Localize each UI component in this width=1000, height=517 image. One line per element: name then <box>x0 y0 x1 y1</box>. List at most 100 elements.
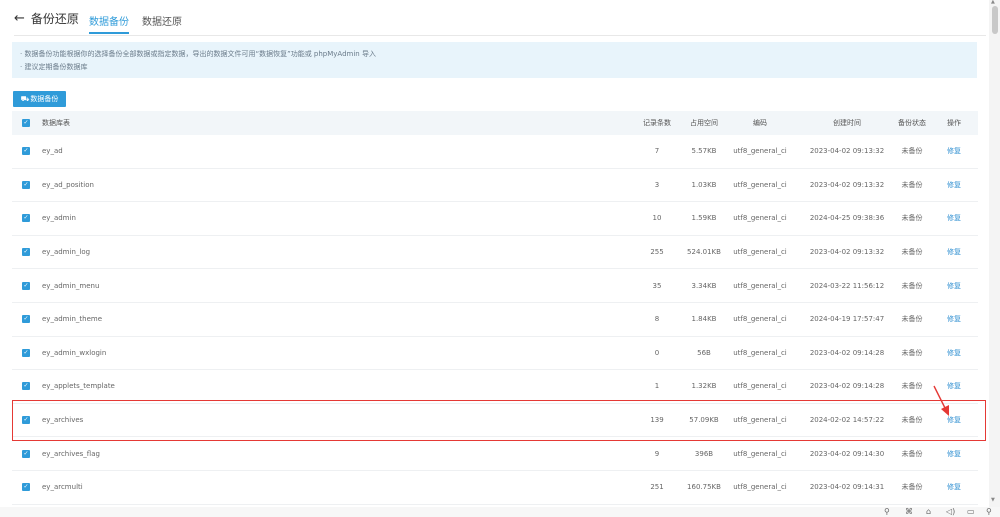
row-checkbox[interactable]: ✓ <box>22 348 30 357</box>
scroll-up-icon[interactable]: ▲ <box>991 0 995 5</box>
backup-status: 未备份 <box>901 483 923 492</box>
table-row: ✓ ey_ad 7 5.57KB utf8_general_ci 2023-04-02 0… <box>12 135 978 169</box>
table-name: ey_ad_position <box>42 180 94 189</box>
col-header-created: 创建时间 <box>833 119 861 127</box>
table-name: ey_admin_menu <box>42 281 100 290</box>
repair-link[interactable]: 修复 <box>947 180 961 190</box>
table-name: ey_archives_flag <box>42 449 100 458</box>
record-count: 3 <box>654 180 660 189</box>
record-count: 35 <box>652 281 662 290</box>
created-time: 2023-04-02 09:14:28 <box>809 348 885 357</box>
repair-link[interactable]: 修复 <box>947 247 961 257</box>
table-encoding: utf8_general_ci <box>733 483 787 492</box>
row-checkbox[interactable]: ✓ <box>22 214 30 223</box>
table-name: ey_admin_log <box>42 248 91 257</box>
col-header-table: 数据库表 <box>42 119 70 127</box>
trash-icon[interactable]: ⌂ <box>926 507 931 517</box>
created-time: 2023-04-02 09:13:32 <box>809 147 885 156</box>
created-time: 2023-04-02 09:14:28 <box>809 382 885 391</box>
row-checkbox[interactable]: ✓ <box>22 449 30 458</box>
repair-link[interactable]: 修复 <box>947 281 961 291</box>
red-arrow-icon <box>933 385 949 416</box>
tab-data-backup[interactable]: 数据备份 <box>89 13 129 28</box>
table-encoding: utf8_general_ci <box>733 348 787 357</box>
table-encoding: utf8_general_ci <box>733 315 787 324</box>
created-time: 2023-04-02 09:14:31 <box>809 483 885 492</box>
database-table: ✓ 数据库表 记录条数 占用空间 编码 创建时间 备份状态 操作 ✓ ey_ad 7… <box>12 111 978 505</box>
table-size: 1.03KB <box>691 180 717 189</box>
record-count: 1 <box>654 382 660 391</box>
created-time: 2024-03-22 11:56:12 <box>809 281 885 290</box>
table-size: 524.01KB <box>687 248 721 257</box>
table-size: 56B <box>697 348 711 357</box>
window-icon[interactable]: ▭ <box>967 507 975 517</box>
row-checkbox[interactable]: ✓ <box>22 315 30 324</box>
table-name: ey_ad <box>42 147 63 156</box>
created-time: 2023-04-02 09:13:32 <box>809 180 885 189</box>
pin-icon[interactable]: ⚲ <box>884 507 890 517</box>
backup-status: 未备份 <box>901 348 923 357</box>
table-name: ey_admin_wxlogin <box>42 348 107 357</box>
table-size: 1.84KB <box>691 315 717 324</box>
table-name: ey_applets_template <box>42 382 115 391</box>
table-size: 396B <box>694 449 714 458</box>
database-icon: ⛟ <box>20 94 30 103</box>
search-icon[interactable]: ⚲ <box>986 507 992 517</box>
backup-restore-page: ← 备份还原 数据备份 数据还原 · 数据备份功能根据你的选择备份全部数据或指定… <box>0 0 1000 517</box>
notice-box: · 数据备份功能根据你的选择备份全部数据或指定数据，导出的数据文件可用“数据恢复… <box>12 42 977 78</box>
table-encoding: utf8_general_ci <box>733 214 787 223</box>
select-all-checkbox[interactable]: ✓ <box>22 119 30 127</box>
backup-status: 未备份 <box>901 315 923 324</box>
repair-link[interactable]: 修复 <box>947 314 961 324</box>
scroll-down-icon[interactable]: ▼ <box>991 497 995 503</box>
record-count: 9 <box>654 449 660 458</box>
table-row: ✓ ey_arcmulti 251 160.75KB utf8_general_ci 20… <box>12 471 978 505</box>
repair-link[interactable]: 修复 <box>947 482 961 492</box>
scroll-thumb[interactable] <box>992 6 998 34</box>
scrollbar[interactable]: ▲ ▼ <box>989 0 1000 507</box>
record-count: 255 <box>650 248 664 257</box>
row-checkbox[interactable]: ✓ <box>22 147 30 156</box>
repair-link[interactable]: 修复 <box>947 449 961 459</box>
row-checkbox[interactable]: ✓ <box>22 180 30 189</box>
page-header: ← 备份还原 数据备份 数据还原 <box>14 0 986 36</box>
tab-data-restore[interactable]: 数据还原 <box>142 13 182 28</box>
repair-link[interactable]: 修复 <box>947 213 961 223</box>
table-body: ✓ ey_ad 7 5.57KB utf8_general_ci 2023-04-02 0… <box>12 135 978 505</box>
table-size: 5.57KB <box>691 147 717 156</box>
col-header-size: 占用空间 <box>690 119 718 127</box>
backup-status: 未备份 <box>901 147 923 156</box>
row-checkbox[interactable]: ✓ <box>22 382 30 391</box>
row-checkbox[interactable]: ✓ <box>22 281 30 290</box>
taskbar: ⚲ ⌘ ⌂ ◁) ▭ ⚲ <box>0 507 1000 517</box>
backup-button-label: 数据备份 <box>30 95 59 103</box>
repair-link[interactable]: 修复 <box>947 146 961 156</box>
link-icon[interactable]: ⌘ <box>905 507 913 517</box>
table-row: ✓ ey_admin_wxlogin 0 56B utf8_general_ci 2023… <box>12 337 978 371</box>
row-checkbox[interactable]: ✓ <box>22 248 30 257</box>
table-encoding: utf8_general_ci <box>733 281 787 290</box>
backup-button[interactable]: ⛟ 数据备份 <box>13 91 66 107</box>
created-time: 2023-04-02 09:13:32 <box>809 248 885 257</box>
notice-line-2: · 建议定期备份数据库 <box>20 63 88 71</box>
record-count: 251 <box>650 483 664 492</box>
back-button[interactable]: ← 备份还原 <box>14 10 79 27</box>
backup-status: 未备份 <box>901 214 923 223</box>
table-encoding: utf8_general_ci <box>733 147 787 156</box>
repair-link[interactable]: 修复 <box>947 348 961 358</box>
highlight-box <box>12 400 986 441</box>
table-row: ✓ ey_archives_flag 9 396B utf8_general_ci 202… <box>12 437 978 471</box>
table-row: ✓ ey_admin_log 255 524.01KB utf8_general_ci 2… <box>12 236 978 270</box>
table-encoding: utf8_general_ci <box>733 449 787 458</box>
table-name: ey_admin <box>42 214 76 223</box>
table-row: ✓ ey_admin_theme 8 1.84KB utf8_general_ci 202… <box>12 303 978 337</box>
backup-status: 未备份 <box>901 180 923 189</box>
speaker-icon[interactable]: ◁) <box>946 507 955 517</box>
row-checkbox[interactable]: ✓ <box>22 483 30 492</box>
created-time: 2023-04-02 09:14:30 <box>809 449 885 458</box>
table-name: ey_admin_theme <box>42 315 102 324</box>
created-time: 2024-04-25 09:38:36 <box>809 214 885 223</box>
col-header-status: 备份状态 <box>898 119 926 127</box>
table-size: 1.59KB <box>691 214 717 223</box>
active-tab-indicator <box>89 32 129 34</box>
